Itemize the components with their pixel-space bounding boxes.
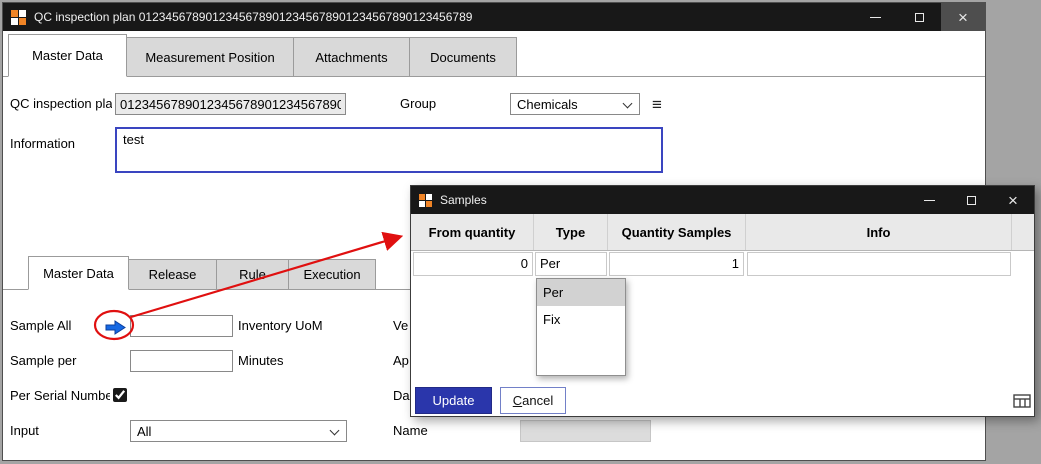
cancel-button[interactable]: Cancel: [500, 387, 566, 414]
name-label: Name: [393, 420, 428, 442]
chevron-down-icon: [330, 426, 340, 436]
qc-inspection-plan-input[interactable]: [115, 93, 346, 115]
input-label: Input: [10, 420, 102, 442]
tab-measurement-position[interactable]: Measurement Position: [126, 37, 294, 77]
sample-per-label: Sample per: [10, 350, 102, 372]
column-header-info: Info: [746, 214, 1012, 250]
close-icon[interactable]: ×: [992, 186, 1034, 214]
close-icon[interactable]: ×: [941, 3, 985, 31]
update-button[interactable]: Update: [415, 387, 492, 414]
inventory-uom-label: Inventory UoM: [238, 315, 323, 337]
cell-type[interactable]: Per: [535, 252, 607, 276]
dropdown-option-fix[interactable]: Fix: [537, 306, 625, 333]
group-combobox[interactable]: Chemicals: [510, 93, 640, 115]
maximize-icon[interactable]: [897, 3, 941, 31]
minutes-label: Minutes: [238, 350, 284, 372]
tab-documents[interactable]: Documents: [409, 37, 517, 77]
samples-window-controls: ×: [908, 186, 1034, 214]
name-field[interactable]: [520, 420, 651, 442]
per-serial-number-label: Per Serial Numbe: [10, 385, 110, 407]
column-header-from-quantity: From quantity: [411, 214, 534, 250]
list-icon[interactable]: ≡: [652, 96, 662, 113]
tab-master-data[interactable]: Master Data: [8, 34, 127, 77]
samples-dialog-title: Samples: [440, 193, 487, 207]
per-serial-number-checkbox[interactable]: [113, 388, 127, 402]
open-samples-arrow-icon[interactable]: [104, 320, 127, 335]
minimize-icon[interactable]: [853, 3, 897, 31]
column-header-quantity-samples: Quantity Samples: [608, 214, 746, 250]
column-header-type: Type: [534, 214, 608, 250]
type-dropdown-list: Per Fix: [536, 278, 626, 376]
dropdown-option-per[interactable]: Per: [537, 279, 625, 306]
maximize-icon[interactable]: [950, 186, 992, 214]
tab-attachments[interactable]: Attachments: [293, 37, 410, 77]
group-combobox-value: Chemicals: [517, 97, 578, 112]
subtab-execution[interactable]: Execution: [288, 259, 376, 290]
subtab-release[interactable]: Release: [128, 259, 217, 290]
window-title: QC inspection plan 012345678901234567890…: [34, 10, 472, 24]
input-combobox-value: All: [137, 424, 151, 439]
chevron-down-icon: [623, 99, 633, 109]
cell-from-quantity[interactable]: 0: [413, 252, 533, 276]
grid-view-icon[interactable]: [1013, 393, 1032, 409]
main-titlebar: QC inspection plan 012345678901234567890…: [3, 3, 985, 31]
app-logo-icon: [11, 10, 26, 25]
information-label: Information: [10, 133, 75, 155]
information-textarea[interactable]: test: [115, 127, 663, 173]
sample-all-label: Sample All: [10, 315, 102, 337]
samples-grid-header: From quantity Type Quantity Samples Info: [411, 214, 1034, 251]
subtab-master-data[interactable]: Master Data: [28, 256, 129, 290]
subtab-rule[interactable]: Rule: [216, 259, 289, 290]
sample-per-input[interactable]: [130, 350, 233, 372]
app-logo-icon: [419, 194, 432, 207]
samples-titlebar: Samples ×: [411, 186, 1034, 214]
sample-all-input[interactable]: [130, 315, 233, 337]
minimize-icon[interactable]: [908, 186, 950, 214]
samples-dialog: Samples × From quantity Type Quantity Sa…: [410, 185, 1035, 417]
input-combobox[interactable]: All: [130, 420, 347, 442]
cell-info[interactable]: [747, 252, 1011, 276]
window-controls: ×: [853, 3, 985, 31]
main-tabbar: Master Data Measurement Position Attachm…: [3, 31, 985, 77]
qc-inspection-plan-label: QC inspection pla: [10, 93, 112, 115]
group-label: Group: [400, 93, 436, 115]
column-header-spacer: [1012, 214, 1034, 250]
cell-quantity-samples[interactable]: 1: [609, 252, 744, 276]
